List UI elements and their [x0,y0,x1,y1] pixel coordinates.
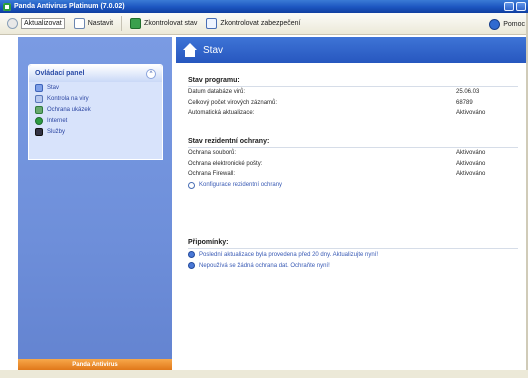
note-update-link[interactable]: Poslední aktualizace byla provedena před… [188,249,518,260]
settings-label: Nastavit [87,20,114,27]
status-value: Aktivováno [456,150,486,157]
sidebar-item-label: Internet [47,117,68,124]
back-arrow-icon [7,18,18,29]
sidebar-item-label: Kontrola na viry [47,95,89,102]
program-status-section: Stav programu: Datum databáze virů: 25.0… [188,77,518,119]
resident-protection-section: Stav rezidentní ochrany: Ochrana souborů… [188,138,518,191]
sidebar-footer-logo: Panda Antivirus [18,359,172,370]
settings-icon [73,18,85,29]
collapse-chevron-icon[interactable]: ^ [146,68,156,79]
status-value: 68789 [456,99,473,106]
application-window: Panda Antivirus Platinum (7.0.02) Aktual… [0,0,528,378]
status-label: Automatická aktualizace: [188,110,255,117]
note-text: Poslední aktualizace byla provedena před… [199,251,379,258]
check-security-icon [206,18,218,29]
services-icon [35,127,43,136]
globe-icon [35,116,43,125]
status-row: Ochrana elektronické pošty: Aktivováno [188,159,518,170]
status-row: Celkový počet virových záznamů: 68789 [188,98,518,109]
info-icon [188,262,195,269]
status-row: Automatická aktualizace: Aktivováno [188,108,518,119]
status-value: 25.06.03 [456,89,480,96]
note-text: Nepoužívá se žádná ochrana dat. Ochraňte… [199,262,330,269]
app-icon [3,2,11,11]
window-controls [504,2,526,11]
check-status-label: Zkontrolovat stav [144,20,198,27]
status-value: Aktivováno [456,160,486,167]
note-data-protection-link[interactable]: Nepoužívá se žádná ochrana dat. Ochraňte… [188,260,518,271]
sidebar-item-internet[interactable]: Internet [29,115,162,126]
configure-protection-label: Konfigurace rezidentní ochrany [199,182,283,188]
status-label: Ochrana souborů: [188,150,237,157]
toolbar: Aktualizovat Nastavit Zkontrolovat stav … [0,13,528,35]
home-icon [182,43,198,57]
check-status-button[interactable]: Zkontrolovat stav [127,16,200,32]
configure-protection-link[interactable]: Konfigurace rezidentní ochrany [188,180,518,191]
sidebar-item-label: Stav [47,84,60,91]
scan-icon [35,94,43,103]
update-now-label: Aktualizovat [21,18,65,29]
maximize-icon[interactable] [516,2,526,11]
sidebar-item-services[interactable]: Služby [29,126,162,137]
status-label: Celkový počet virových záznamů: [188,99,278,106]
sidebar-item-protection[interactable]: Ochrana ukázek [29,104,162,115]
status-label: Ochrana elektronické pošty: [188,160,263,167]
minimize-icon[interactable] [504,2,514,11]
settings-button[interactable]: Nastavit [71,16,116,32]
status-value: Aktivováno [456,110,486,117]
window-title: Panda Antivirus Platinum (7.0.02) [14,3,125,10]
status-label: Ochrana Firewall: [188,171,236,178]
sidebar-item-status[interactable]: Stav [29,82,162,93]
section-title: Připomínky: [188,239,518,249]
status-value: Aktivováno [456,171,486,178]
main-header: Stav [176,37,528,63]
sidebar: Ovládací panel ^ Stav Kontrola na viry O… [18,37,172,370]
control-panel-title: Ovládací panel [35,70,85,77]
main-content: Stav Stav programu: Datum databáze virů:… [176,37,528,370]
control-panel-header[interactable]: Ovládací panel ^ [29,65,162,82]
section-title: Stav programu: [188,77,518,87]
help-icon [489,18,501,30]
control-panel: Ovládací panel ^ Stav Kontrola na viry O… [28,64,163,160]
notes-section: Připomínky: Poslední aktualizace byla pr… [188,239,518,271]
help-button[interactable]: Pomoc [486,16,528,32]
status-row: Ochrana souborů: Aktivováno [188,148,518,159]
help-label: Pomoc [503,20,525,28]
toolbar-divider [121,16,123,31]
status-row: Ochrana Firewall: Aktivováno [188,169,518,180]
status-label: Datum databáze virů: [188,89,246,96]
check-security-button[interactable]: Zkontrolovat zabezpečení [203,16,303,32]
status-row: Datum databáze virů: 25.06.03 [188,87,518,98]
sidebar-item-virus-scan[interactable]: Kontrola na viry [29,93,162,104]
info-icon [188,251,195,258]
status-bar [0,370,528,378]
configure-icon [188,181,195,189]
section-title: Stav rezidentní ochrany: [188,138,518,148]
sidebar-item-label: Služby [47,128,66,135]
check-security-label: Zkontrolovat zabezpečení [220,20,301,27]
check-status-icon [130,18,142,29]
status-icon [35,83,43,92]
protection-icon [35,105,43,114]
update-now-button[interactable]: Aktualizovat [4,16,68,32]
page-title: Stav [203,44,224,56]
sidebar-item-label: Ochrana ukázek [47,106,91,113]
title-bar[interactable]: Panda Antivirus Platinum (7.0.02) [0,0,528,13]
